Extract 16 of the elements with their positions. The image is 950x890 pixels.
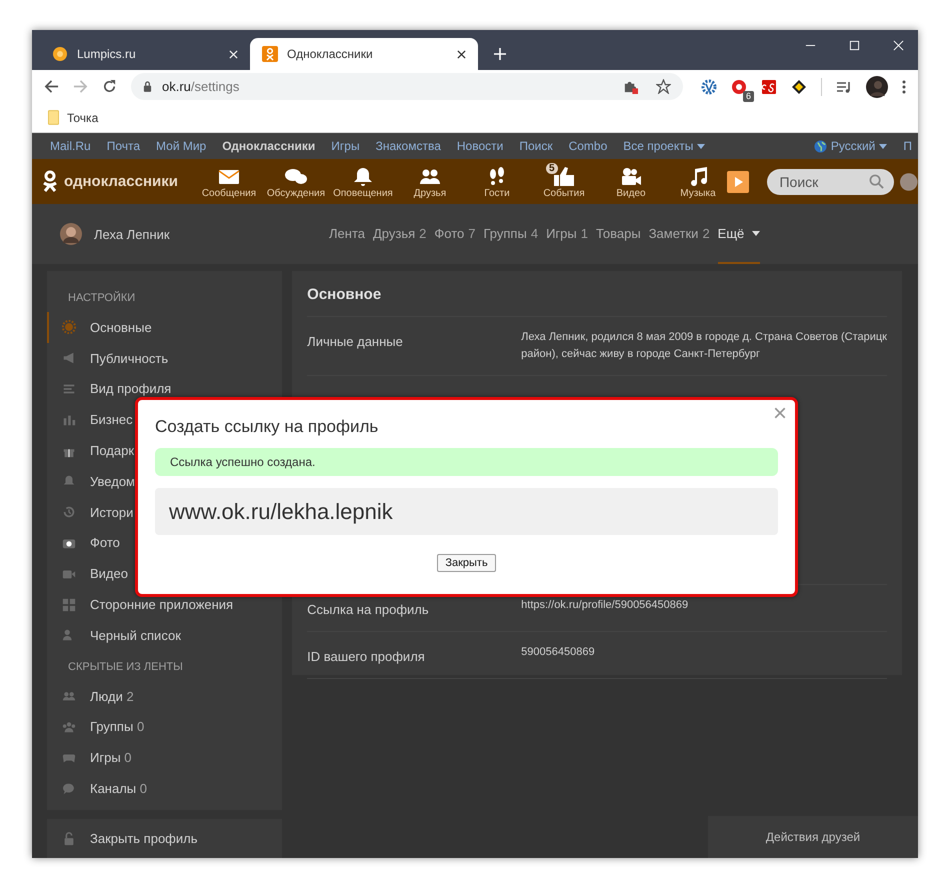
extension-badge: 6 bbox=[742, 90, 754, 102]
field-label: ID вашего профиля bbox=[307, 648, 426, 666]
field-value: 590056450869 bbox=[521, 645, 596, 660]
count-badge: 5 bbox=[546, 162, 558, 174]
field-label: Ссылка на профиль bbox=[307, 601, 430, 619]
field-value: https://ok.ru/profile/590056450869 bbox=[521, 598, 690, 613]
section-heading: СКРЫТЫЕ ИЗ ЛЕНТЫ bbox=[67, 660, 184, 675]
tab-title: Lumpics.ru bbox=[77, 47, 137, 61]
field-value: район), сейчас живу в городе Санкт-Петербург bbox=[521, 347, 761, 362]
success-message: Ссылка успешно создана. bbox=[155, 448, 778, 476]
section-heading: НАСТРОЙКИ bbox=[67, 290, 136, 306]
field-value: Леха Лепник, родился 8 мая 2009 в городе д. Страна Советов (Старицк bbox=[521, 330, 887, 345]
dialog-title: Создать ссылку на профиль bbox=[155, 417, 380, 437]
field-label: Личные данные bbox=[307, 333, 404, 351]
tab-title: Одноклассники bbox=[287, 47, 374, 61]
card-title: Основное bbox=[307, 271, 887, 317]
